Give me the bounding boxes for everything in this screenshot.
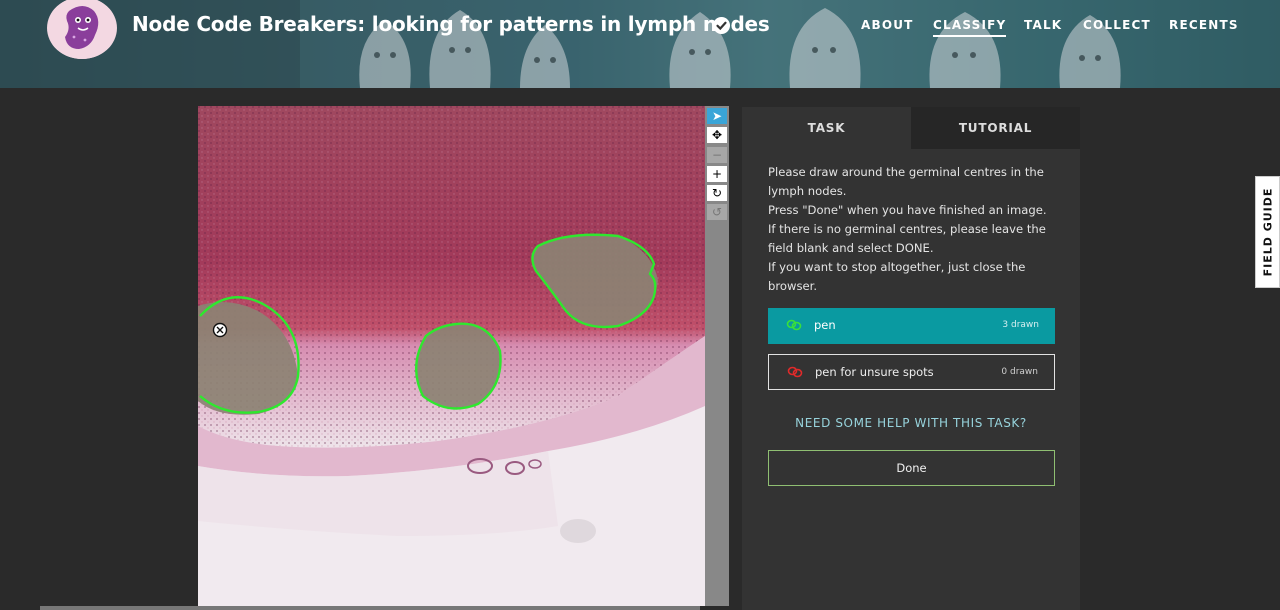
reset-icon[interactable]: ↺ xyxy=(707,204,727,220)
move-icon[interactable]: ✥ xyxy=(707,127,727,143)
instruction-line: Please draw around the germinal centres … xyxy=(768,165,1044,198)
pen-chain-icon xyxy=(786,319,802,331)
pen-tool-count: 3 drawn xyxy=(1002,320,1039,330)
nav-talk[interactable]: TALK xyxy=(1024,18,1062,32)
instruction-line: If you want to stop altogether, just clo… xyxy=(768,260,1026,293)
nav-classify[interactable]: CLASSIFY xyxy=(933,18,1007,37)
nav-collect[interactable]: COLLECT xyxy=(1083,18,1151,32)
instruction-line: Press "Done" when you have finished an i… xyxy=(768,203,1047,217)
done-button[interactable]: Done xyxy=(768,450,1055,486)
delete-mark-icon[interactable] xyxy=(212,322,228,338)
check-badge-icon xyxy=(713,17,730,34)
instruction-line: If there is no germinal centres, please … xyxy=(768,222,1046,255)
field-guide-label: FIELD GUIDE xyxy=(1261,187,1274,277)
viewer-toolbar: ➤ ✥ − + ↻ ↺ xyxy=(705,106,729,606)
unsure-pen-tool-label: pen for unsure spots xyxy=(815,365,934,379)
lymph-node-histology-image[interactable] xyxy=(198,106,705,606)
field-guide-tab[interactable]: FIELD GUIDE xyxy=(1255,176,1280,288)
pointer-icon[interactable]: ➤ xyxy=(707,108,727,124)
zoom-out-icon[interactable]: − xyxy=(707,147,727,163)
tab-task[interactable]: TASK xyxy=(742,107,911,149)
rotate-icon[interactable]: ↻ xyxy=(707,185,727,201)
tab-tutorial[interactable]: TUTORIAL xyxy=(911,107,1080,149)
pen-tool-button[interactable]: pen 3 drawn xyxy=(768,308,1055,344)
page-scroll-divider xyxy=(40,606,700,610)
pen-tool-label: pen xyxy=(814,318,836,332)
task-panel: TASK TUTORIAL Please draw around the ger… xyxy=(742,107,1080,610)
help-link[interactable]: NEED SOME HELP WITH THIS TASK? xyxy=(742,416,1080,430)
task-instructions: Please draw around the germinal centres … xyxy=(768,163,1058,296)
nav-about[interactable]: ABOUT xyxy=(861,18,914,32)
site-header: Node Code Breakers: looking for patterns… xyxy=(0,0,1280,88)
unsure-pen-chain-icon xyxy=(787,366,803,378)
unsure-pen-tool-count: 0 drawn xyxy=(1001,367,1038,377)
page-title: Node Code Breakers: looking for patterns… xyxy=(132,12,770,36)
unsure-pen-tool-button[interactable]: pen for unsure spots 0 drawn xyxy=(768,354,1055,390)
subject-image-viewer[interactable] xyxy=(198,106,705,606)
nav-recents[interactable]: RECENTS xyxy=(1169,18,1239,32)
zoom-in-icon[interactable]: + xyxy=(707,166,727,182)
